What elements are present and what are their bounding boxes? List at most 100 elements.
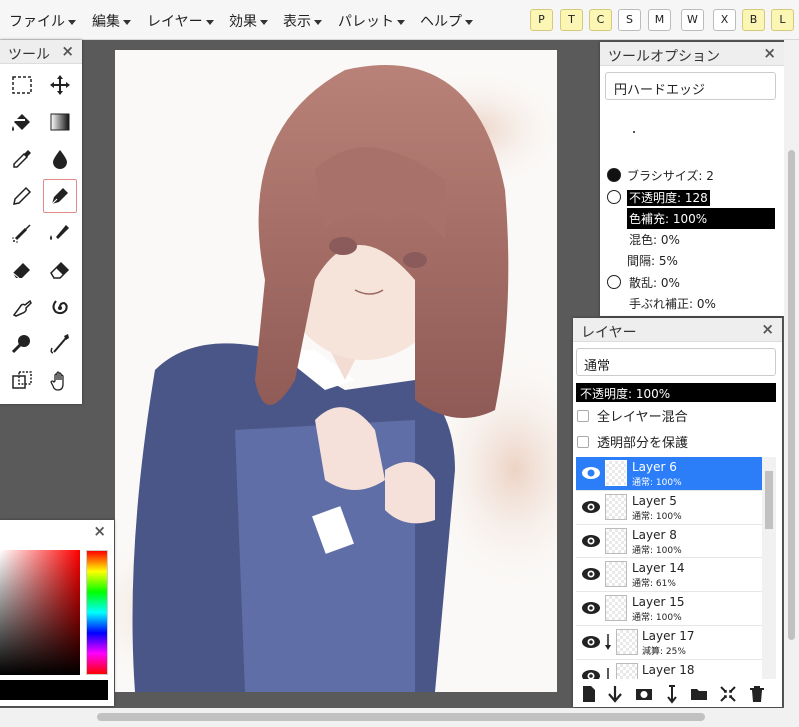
quick-button-b[interactable]: B [742, 9, 765, 31]
pen-icon[interactable] [43, 179, 77, 213]
eyedropper-icon[interactable] [5, 142, 39, 176]
layer-row[interactable]: Layer 18 [576, 659, 762, 679]
current-color-swatch[interactable] [0, 680, 108, 700]
layer-row[interactable]: Layer 5 通常: 100% [576, 490, 762, 525]
quick-button-s[interactable]: S [618, 9, 641, 31]
saturation-value-picker[interactable] [0, 550, 80, 675]
soft-eraser-icon[interactable] [43, 253, 77, 287]
eye-icon[interactable] [581, 600, 601, 616]
airbrush-icon[interactable] [5, 216, 39, 250]
quick-button-l[interactable]: L [771, 9, 794, 31]
eye-icon[interactable] [581, 499, 601, 515]
close-icon[interactable]: × [761, 320, 774, 338]
tool-options-header[interactable]: ツールオプション × [600, 42, 784, 66]
checkbox-box[interactable] [577, 436, 589, 448]
close-icon[interactable]: × [93, 522, 106, 540]
layer-list-scrollbar[interactable] [762, 457, 776, 679]
hand-icon[interactable] [43, 364, 77, 398]
opacity-circle-icon[interactable] [607, 190, 621, 204]
menu-edit[interactable]: 編集 [92, 11, 131, 31]
drawing-canvas[interactable] [115, 50, 557, 692]
pencil-icon[interactable] [5, 179, 39, 213]
trash-icon[interactable] [747, 684, 767, 704]
scrollbar-thumb[interactable] [765, 471, 773, 529]
eye-icon[interactable] [581, 634, 601, 650]
horizontal-scrollbar[interactable] [0, 708, 799, 727]
gradient-icon[interactable] [43, 105, 77, 139]
hue-slider[interactable] [86, 550, 108, 675]
menu-palette[interactable]: パレット [338, 11, 405, 31]
mask-icon[interactable] [634, 684, 654, 704]
copy-canvas-icon[interactable] [5, 364, 39, 398]
merge-down-icon[interactable] [605, 684, 625, 704]
brush-size-slider[interactable]: ブラシサイズ: 2 [627, 167, 714, 184]
stabilizer-label: 手ぶれ補正: 0% [629, 297, 716, 311]
spacing-slider[interactable]: 間隔: 5% [627, 252, 678, 269]
layer-mode: 通常: 100% [632, 478, 682, 488]
close-icon[interactable]: × [61, 42, 74, 60]
eye-icon[interactable] [581, 465, 601, 481]
layer-row[interactable]: Layer 8 通常: 100% [576, 524, 762, 559]
quick-button-p[interactable]: P [530, 9, 553, 31]
menu-effect[interactable]: 効果 [229, 11, 268, 31]
collapse-icon[interactable] [718, 684, 738, 704]
menu-file[interactable]: ファイル [9, 11, 76, 31]
spacing-label: 間隔: 5% [627, 254, 678, 268]
fill-bucket-icon[interactable] [5, 105, 39, 139]
protect-alpha-checkbox[interactable]: 透明部分を保護 [577, 432, 688, 451]
tool-options-panel: ツールオプション × 円ハードエッジ ブラシサイズ: 2 不透明度: 128 色… [600, 42, 784, 316]
watercolor-brush-icon[interactable] [43, 216, 77, 250]
color-fill-label: 色補充: 100% [629, 212, 708, 226]
layer-thumbnail [616, 662, 638, 679]
menu-layer[interactable]: レイヤー [147, 11, 214, 31]
menu-view[interactable]: 表示 [283, 11, 322, 31]
merge-all-checkbox[interactable]: 全レイヤー混合 [577, 406, 688, 425]
scatter-circle-icon[interactable] [607, 275, 621, 289]
quick-button-m[interactable]: M [648, 9, 671, 31]
new-layer-icon[interactable] [579, 684, 599, 704]
quick-button-t[interactable]: T [560, 9, 583, 31]
layer-name: Layer 15 [632, 595, 685, 610]
folder-icon[interactable] [689, 684, 709, 704]
checkbox-box[interactable] [577, 410, 589, 422]
dodge-burn-icon[interactable] [43, 327, 77, 361]
vertical-scrollbar[interactable] [784, 40, 799, 708]
layer-name: Layer 6 [632, 460, 677, 474]
opacity-slider[interactable]: 不透明度: 128 [627, 189, 710, 206]
menu-help[interactable]: ヘルプ [420, 11, 473, 31]
eye-icon[interactable] [581, 566, 601, 582]
finger-smudge-icon[interactable] [5, 290, 39, 324]
quick-button-c[interactable]: C [589, 9, 612, 31]
brush-size-dot-icon[interactable] [607, 168, 621, 182]
eraser-icon[interactable] [5, 253, 39, 287]
layer-row[interactable]: Layer 14 通常: 61% [576, 558, 762, 593]
close-icon[interactable]: × [763, 44, 776, 62]
layer-row[interactable]: Layer 6 通常: 100% [576, 457, 762, 491]
color-mix-slider[interactable]: 混色: 0% [629, 231, 680, 248]
rect-select-icon[interactable] [5, 68, 39, 102]
scrollbar-thumb[interactable] [788, 150, 795, 640]
color-fill-slider[interactable]: 色補充: 100% [627, 208, 775, 229]
scatter-slider[interactable]: 散乱: 0% [629, 274, 680, 291]
swirl-effect-icon[interactable] [43, 290, 77, 324]
water-drop-icon[interactable] [43, 142, 77, 176]
brush-name-select[interactable]: 円ハードエッジ [605, 72, 776, 100]
tools-panel-header[interactable]: ツール × [0, 40, 82, 64]
layer-mode: 通常: 100% [632, 613, 682, 624]
loupe-icon[interactable] [5, 327, 39, 361]
layer-opacity-slider[interactable]: 不透明度: 100% [576, 383, 776, 402]
menu-bar: ファイル 編集 レイヤー 効果 表示 パレット ヘルプ P T C S M W … [0, 0, 799, 40]
eye-icon[interactable] [581, 533, 601, 549]
blend-mode-select[interactable]: 通常 [576, 348, 776, 376]
eye-icon[interactable] [581, 668, 601, 679]
layers-panel-header[interactable]: レイヤー × [573, 318, 782, 342]
quick-button-x[interactable]: X [713, 9, 736, 31]
layer-row[interactable]: Layer 17 減算: 25% [576, 625, 762, 660]
stabilizer-slider[interactable]: 手ぶれ補正: 0% [629, 295, 716, 312]
move-layer-icon[interactable] [662, 684, 682, 704]
color-panel-header[interactable]: × [0, 520, 114, 544]
quick-button-w[interactable]: W [681, 9, 704, 31]
layer-row[interactable]: Layer 15 通常: 100% [576, 592, 762, 626]
scrollbar-thumb[interactable] [97, 713, 705, 721]
move-icon[interactable] [43, 68, 77, 102]
